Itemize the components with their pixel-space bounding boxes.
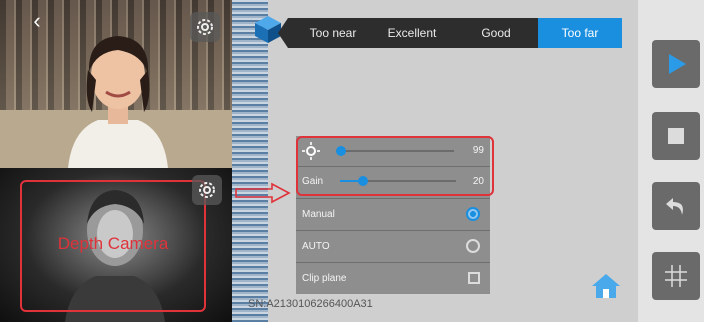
depth-camera-label: Depth Camera (57, 234, 169, 253)
manual-label: Manual (302, 209, 335, 220)
range-selector: Too near Excellent Good Too far (278, 18, 622, 48)
side-control-bar (638, 0, 704, 322)
clip-plane-checkbox[interactable] (468, 272, 480, 284)
back-arrow-icon[interactable]: ‹ (26, 10, 48, 32)
auto-label: AUTO (302, 241, 330, 252)
home-icon[interactable] (590, 272, 622, 300)
range-good[interactable]: Good (454, 18, 538, 48)
range-too-near[interactable]: Too near (296, 18, 370, 48)
range-too-far[interactable]: Too far (538, 18, 622, 48)
auto-radio[interactable] (466, 239, 480, 253)
slider-highlight-box (296, 136, 494, 196)
clip-plane-option[interactable]: Clip plane (296, 262, 490, 294)
stop-icon (668, 128, 684, 144)
manual-radio[interactable] (466, 207, 480, 221)
play-icon (669, 54, 686, 74)
undo-icon (666, 198, 683, 215)
undo-button[interactable] (652, 182, 700, 230)
pointer-arrow-icon (235, 182, 291, 204)
point-cloud-render (232, 0, 268, 322)
grid-icon (665, 265, 687, 287)
depth-settings-gear-icon[interactable] (192, 175, 222, 205)
grid-button[interactable] (652, 252, 700, 300)
play-button[interactable] (652, 40, 700, 88)
serial-number: SN:A2130106266400A31 (248, 298, 373, 310)
manual-option[interactable]: Manual (296, 198, 490, 230)
rgb-settings-gear-icon[interactable] (190, 12, 220, 42)
stop-button[interactable] (652, 112, 700, 160)
clip-plane-label: Clip plane (302, 273, 347, 284)
person-image (68, 36, 168, 168)
auto-option[interactable]: AUTO (296, 230, 490, 262)
range-excellent[interactable]: Excellent (372, 18, 452, 48)
